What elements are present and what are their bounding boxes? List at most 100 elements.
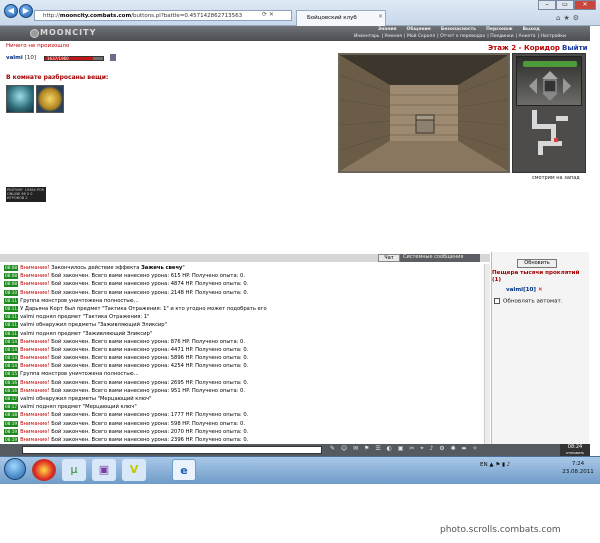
chat-line: 08:11 valmi поднял предмет "Тактика Отраж… xyxy=(4,313,482,321)
chat-input[interactable] xyxy=(22,446,322,454)
back-button[interactable]: ◀ xyxy=(4,4,18,18)
tab-system-messages[interactable]: Системные сообщения xyxy=(400,254,480,262)
menu-exit[interactable]: Выход xyxy=(523,27,540,32)
chat-timestamp[interactable]: 08:10 xyxy=(4,289,19,296)
chat-text: Бой закончен. Всего вами нанесено урона:… xyxy=(51,281,249,288)
chat-timestamp[interactable]: 08:08 xyxy=(4,273,19,280)
forward-button[interactable]: ▶ xyxy=(19,4,33,18)
player-nick: valmi xyxy=(6,55,23,61)
chat-timestamp[interactable]: 08:17 xyxy=(4,396,19,402)
browser-tab[interactable]: Бойцовский клуб xyxy=(296,10,386,26)
chat-timestamp[interactable]: 08:08 xyxy=(4,265,19,271)
checkbox-box[interactable] xyxy=(494,298,500,304)
player-name[interactable]: valmi [10] xyxy=(6,55,36,61)
url-prefix: http:// xyxy=(43,13,60,19)
menu-settings[interactable]: Настройки xyxy=(541,34,566,39)
v-app-icon[interactable]: V xyxy=(122,459,146,481)
tab-title: Бойцовский клуб xyxy=(307,15,357,21)
chat-timestamp[interactable]: 08:11 xyxy=(4,297,19,304)
counter-line: ИГРОКОВ 2 xyxy=(7,196,28,200)
menu-character[interactable]: Персонаж xyxy=(486,27,512,32)
chat-timestamp[interactable]: 08:11 xyxy=(4,330,19,337)
chat-line: 08:16 Внимание! Бой закончен. Всего вами … xyxy=(4,387,482,395)
chrome-icon[interactable] xyxy=(32,459,56,481)
url-host: mooncity.combats.com xyxy=(59,13,132,19)
chat-timestamp[interactable]: 08:17 xyxy=(4,404,19,411)
language-indicator[interactable]: EN xyxy=(480,462,488,468)
chat-warning-label: Внимание! xyxy=(20,338,50,345)
watermark: photo.scrolls.combats.com xyxy=(440,525,561,535)
chat-line: 08:18 Внимание! Бой закончен. Всего вами … xyxy=(4,411,482,419)
menu-knowledge[interactable]: Знания xyxy=(378,27,397,32)
exit-link[interactable]: Выйти xyxy=(562,44,588,52)
minimize-button[interactable]: – xyxy=(538,0,556,10)
chat-timestamp[interactable]: 08:14 xyxy=(4,346,19,353)
maximize-button[interactable]: ▭ xyxy=(556,0,574,10)
close-window-button[interactable]: ✕ xyxy=(574,0,596,10)
menu-skills[interactable]: Умения xyxy=(385,34,402,39)
chat-line: 08:11 valmi обнаружил предметы "Заживляющ… xyxy=(4,321,482,329)
tab-chat[interactable]: Чат xyxy=(378,254,400,262)
chat-line: 08:08 Внимание! Закончилось действие эффе… xyxy=(4,264,482,272)
chat-timestamp[interactable]: 08:19 xyxy=(4,428,19,435)
chat-timestamp[interactable]: 08:16 xyxy=(4,379,19,386)
start-button[interactable] xyxy=(4,458,26,480)
hp-bar: 1637/1960 xyxy=(44,56,104,61)
attack-icon[interactable]: ✕ xyxy=(538,287,543,293)
chat-timestamp[interactable]: 08:11 xyxy=(4,305,19,312)
chat-warning-label: Внимание! xyxy=(20,265,50,271)
chat-warning-label: Внимание! xyxy=(20,387,50,394)
app-icon[interactable]: ▣ xyxy=(92,459,116,481)
chat-timestamp[interactable]: 08:14 xyxy=(4,363,19,370)
chat-text: Бой закончен. Всего вами нанесено урона:… xyxy=(51,273,245,280)
chat-scrollbar[interactable] xyxy=(484,264,490,444)
location-title: Этаж 2 - Коридор xyxy=(488,44,560,52)
chat-line: 08:11 Группа монстров уничтожена полность… xyxy=(4,297,482,305)
online-counter: РЕЙТИНГ 19364 РОК ONLINE 96 0 0 ИГРОКОВ … xyxy=(6,187,46,202)
menu-inventory[interactable]: Инвентарь xyxy=(354,34,380,39)
chat-toolbar[interactable]: ✎ ☺ ✉ ⚑ ☰ ◐ ▣ ✂ ⌖ ♪ ⚙ ✱ ⬌ ✧ xyxy=(330,445,479,453)
auto-refresh-checkbox[interactable]: Обновлять автомат. xyxy=(494,298,563,305)
menu-profile[interactable]: Анкета xyxy=(519,34,536,39)
chat-timestamp[interactable]: 08:18 xyxy=(4,412,19,419)
ie-icon[interactable]: e xyxy=(172,459,196,481)
menu-scroll[interactable]: Мой Скролл xyxy=(407,34,435,39)
chat-text: Бой закончен. Всего вами нанесено урона:… xyxy=(51,387,245,394)
refresh-button[interactable]: Обновить xyxy=(517,259,557,268)
menu-transfers[interactable]: Отчет о переводах xyxy=(440,34,485,39)
refresh-icon[interactable]: ⟳ ✕ xyxy=(262,11,274,18)
menu-fights[interactable]: Поединки xyxy=(490,34,514,39)
chat-timestamp[interactable]: 08:14 xyxy=(4,355,19,362)
tab-close-icon[interactable]: × xyxy=(378,13,383,20)
status-message: Ничего не произошло xyxy=(6,43,70,49)
chat-timestamp[interactable]: 08:19 xyxy=(4,436,19,442)
minimap xyxy=(526,108,572,158)
chat-timestamp[interactable]: 08:08 xyxy=(4,281,19,288)
menu-communication[interactable]: Общение xyxy=(407,27,431,32)
chat-timestamp[interactable]: 08:11 xyxy=(4,314,19,321)
chat-timestamp[interactable]: 08:19 xyxy=(4,420,19,427)
torrent-icon[interactable]: µ xyxy=(62,459,86,481)
taskbar-clock[interactable]: 7:24 23.08.2011 xyxy=(560,460,596,476)
chat-timestamp[interactable]: 08:11 xyxy=(4,322,19,329)
dungeon-viewport xyxy=(338,53,510,173)
chat-timestamp[interactable]: 08:16 xyxy=(4,387,19,394)
chat-warning-label: Внимание! xyxy=(20,412,50,419)
auto-refresh-label: Обновлять автомат. xyxy=(503,298,563,305)
room-user[interactable]: valmi[10] ✕ xyxy=(506,287,543,293)
floor-item-coins[interactable] xyxy=(36,85,64,113)
chat-line: 08:19 Внимание! Бой закончен. Всего вами … xyxy=(4,420,482,428)
menu-security[interactable]: Безопасность xyxy=(441,27,476,32)
compass-navigation[interactable] xyxy=(516,56,582,106)
chat-line: 08:19 Внимание! Бой закончен. Всего вами … xyxy=(4,436,482,442)
taskbar-time: 7:24 xyxy=(571,461,585,467)
chat-warning-label: Внимание! xyxy=(20,436,50,442)
chat-line: 08:08 Внимание! Бой закончен. Всего вами … xyxy=(4,272,482,280)
home-icon[interactable]: ⌂★⚙ xyxy=(556,14,582,22)
floor-item-potion[interactable] xyxy=(6,85,34,113)
address-bar[interactable]: http://mooncity.combats.com/buttons.pl?b… xyxy=(34,10,292,21)
chat-timestamp[interactable]: 08:14 xyxy=(4,338,19,345)
chat-text: Бой закончен. Всего вами нанесено урона:… xyxy=(51,379,249,386)
chat-timestamp[interactable]: 08:15 xyxy=(4,371,19,378)
chat-text: Закончилось действие эффекта xyxy=(51,265,142,271)
